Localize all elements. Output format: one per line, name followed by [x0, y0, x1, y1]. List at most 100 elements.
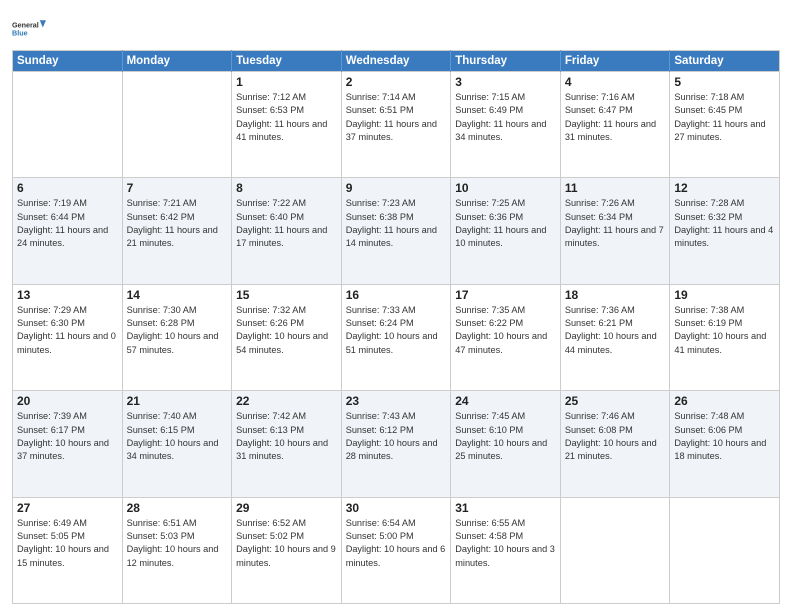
- page: GeneralBlue SundayMondayTuesdayWednesday…: [0, 0, 792, 612]
- calendar-cell: 12Sunrise: 7:28 AM Sunset: 6:32 PM Dayli…: [670, 178, 780, 284]
- calendar-cell: 9 Sunrise: 7:23 AM Sunset: 6:38 PM Daylig…: [341, 178, 451, 284]
- calendar-cell: 8 Sunrise: 7:22 AM Sunset: 6:40 PM Daylig…: [232, 178, 342, 284]
- calendar-cell: 30Sunrise: 6:54 AM Sunset: 5:00 PM Dayli…: [341, 497, 451, 603]
- weekday-header: Tuesday: [232, 51, 342, 72]
- day-info: Sunrise: 7:42 AM Sunset: 6:13 PM Dayligh…: [236, 410, 337, 463]
- day-info: Sunrise: 6:49 AM Sunset: 5:05 PM Dayligh…: [17, 517, 118, 570]
- day-info: Sunrise: 7:43 AM Sunset: 6:12 PM Dayligh…: [346, 410, 447, 463]
- calendar-cell: 7 Sunrise: 7:21 AM Sunset: 6:42 PM Daylig…: [122, 178, 232, 284]
- calendar-cell: 18Sunrise: 7:36 AM Sunset: 6:21 PM Dayli…: [560, 284, 670, 390]
- day-number: 11: [565, 181, 666, 195]
- calendar-cell: 17Sunrise: 7:35 AM Sunset: 6:22 PM Dayli…: [451, 284, 561, 390]
- day-number: 8: [236, 181, 337, 195]
- weekday-header: Sunday: [13, 51, 123, 72]
- day-number: 14: [127, 288, 228, 302]
- day-number: 22: [236, 394, 337, 408]
- day-info: Sunrise: 7:45 AM Sunset: 6:10 PM Dayligh…: [455, 410, 556, 463]
- day-number: 5: [674, 75, 775, 89]
- calendar-cell: 19 Sunrise: 7:38 AM Sunset: 6:19 PM Dayli…: [670, 284, 780, 390]
- day-info: Sunrise: 7:29 AM Sunset: 6:30 PM Dayligh…: [17, 304, 118, 357]
- day-info: Sunrise: 7:18 AM Sunset: 6:45 PM Dayligh…: [674, 91, 775, 144]
- day-number: 24: [455, 394, 556, 408]
- day-number: 1: [236, 75, 337, 89]
- weekday-header: Saturday: [670, 51, 780, 72]
- calendar-cell: 16 Sunrise: 7:33 AM Sunset: 6:24 PM Dayli…: [341, 284, 451, 390]
- day-number: 31: [455, 501, 556, 515]
- calendar-cell: 1 Sunrise: 7:12 AM Sunset: 6:53 PM Daylig…: [232, 72, 342, 178]
- day-number: 23: [346, 394, 447, 408]
- weekday-header: Friday: [560, 51, 670, 72]
- calendar-week-row: 1 Sunrise: 7:12 AM Sunset: 6:53 PM Daylig…: [13, 72, 780, 178]
- day-number: 21: [127, 394, 228, 408]
- day-number: 26: [674, 394, 775, 408]
- calendar-cell: [122, 72, 232, 178]
- weekday-header: Monday: [122, 51, 232, 72]
- calendar-cell: [670, 497, 780, 603]
- day-info: Sunrise: 7:35 AM Sunset: 6:22 PM Dayligh…: [455, 304, 556, 357]
- svg-text:General: General: [12, 20, 39, 29]
- day-number: 27: [17, 501, 118, 515]
- calendar-cell: 29 Sunrise: 6:52 AM Sunset: 5:02 PM Dayli…: [232, 497, 342, 603]
- day-info: Sunrise: 7:40 AM Sunset: 6:15 PM Dayligh…: [127, 410, 228, 463]
- day-number: 30: [346, 501, 447, 515]
- day-number: 15: [236, 288, 337, 302]
- day-info: Sunrise: 7:25 AM Sunset: 6:36 PM Dayligh…: [455, 197, 556, 250]
- calendar-table: SundayMondayTuesdayWednesdayThursdayFrid…: [12, 50, 780, 604]
- calendar-cell: 2 Sunrise: 7:14 AM Sunset: 6:51 PM Daylig…: [341, 72, 451, 178]
- weekday-header: Wednesday: [341, 51, 451, 72]
- day-number: 2: [346, 75, 447, 89]
- day-number: 10: [455, 181, 556, 195]
- calendar-cell: 14 Sunrise: 7:30 AM Sunset: 6:28 PM Dayli…: [122, 284, 232, 390]
- day-info: Sunrise: 7:21 AM Sunset: 6:42 PM Dayligh…: [127, 197, 228, 250]
- day-info: Sunrise: 7:14 AM Sunset: 6:51 PM Dayligh…: [346, 91, 447, 144]
- day-info: Sunrise: 7:19 AM Sunset: 6:44 PM Dayligh…: [17, 197, 118, 250]
- day-number: 18: [565, 288, 666, 302]
- calendar-cell: [13, 72, 123, 178]
- day-info: Sunrise: 7:22 AM Sunset: 6:40 PM Dayligh…: [236, 197, 337, 250]
- day-info: Sunrise: 6:51 AM Sunset: 5:03 PM Dayligh…: [127, 517, 228, 570]
- day-number: 12: [674, 181, 775, 195]
- day-info: Sunrise: 7:33 AM Sunset: 6:24 PM Dayligh…: [346, 304, 447, 357]
- day-info: Sunrise: 7:32 AM Sunset: 6:26 PM Dayligh…: [236, 304, 337, 357]
- day-info: Sunrise: 7:38 AM Sunset: 6:19 PM Dayligh…: [674, 304, 775, 357]
- day-info: Sunrise: 7:12 AM Sunset: 6:53 PM Dayligh…: [236, 91, 337, 144]
- header: GeneralBlue: [12, 10, 780, 44]
- day-number: 16: [346, 288, 447, 302]
- day-info: Sunrise: 7:15 AM Sunset: 6:49 PM Dayligh…: [455, 91, 556, 144]
- day-number: 7: [127, 181, 228, 195]
- calendar-cell: 26Sunrise: 7:48 AM Sunset: 6:06 PM Dayli…: [670, 391, 780, 497]
- calendar-cell: 6Sunrise: 7:19 AM Sunset: 6:44 PM Daylig…: [13, 178, 123, 284]
- calendar-cell: 20Sunrise: 7:39 AM Sunset: 6:17 PM Dayli…: [13, 391, 123, 497]
- calendar-cell: 10 Sunrise: 7:25 AM Sunset: 6:36 PM Dayli…: [451, 178, 561, 284]
- day-number: 13: [17, 288, 118, 302]
- calendar-week-row: 20Sunrise: 7:39 AM Sunset: 6:17 PM Dayli…: [13, 391, 780, 497]
- calendar-cell: 15 Sunrise: 7:32 AM Sunset: 6:26 PM Dayli…: [232, 284, 342, 390]
- day-number: 20: [17, 394, 118, 408]
- day-info: Sunrise: 7:23 AM Sunset: 6:38 PM Dayligh…: [346, 197, 447, 250]
- day-number: 19: [674, 288, 775, 302]
- day-info: Sunrise: 7:46 AM Sunset: 6:08 PM Dayligh…: [565, 410, 666, 463]
- day-number: 29: [236, 501, 337, 515]
- calendar-cell: 28 Sunrise: 6:51 AM Sunset: 5:03 PM Dayli…: [122, 497, 232, 603]
- day-number: 25: [565, 394, 666, 408]
- day-number: 9: [346, 181, 447, 195]
- calendar-cell: 13 Sunrise: 7:29 AM Sunset: 6:30 PM Dayli…: [13, 284, 123, 390]
- calendar-cell: 3 Sunrise: 7:15 AM Sunset: 6:49 PM Daylig…: [451, 72, 561, 178]
- calendar-week-row: 13 Sunrise: 7:29 AM Sunset: 6:30 PM Dayli…: [13, 284, 780, 390]
- day-number: 28: [127, 501, 228, 515]
- day-info: Sunrise: 7:30 AM Sunset: 6:28 PM Dayligh…: [127, 304, 228, 357]
- calendar-header: SundayMondayTuesdayWednesdayThursdayFrid…: [13, 51, 780, 72]
- calendar-cell: 21 Sunrise: 7:40 AM Sunset: 6:15 PM Dayli…: [122, 391, 232, 497]
- calendar-week-row: 6Sunrise: 7:19 AM Sunset: 6:44 PM Daylig…: [13, 178, 780, 284]
- day-info: Sunrise: 6:55 AM Sunset: 4:58 PM Dayligh…: [455, 517, 556, 570]
- day-number: 4: [565, 75, 666, 89]
- calendar-cell: 22 Sunrise: 7:42 AM Sunset: 6:13 PM Dayli…: [232, 391, 342, 497]
- svg-text:Blue: Blue: [12, 29, 28, 38]
- calendar-cell: 4Sunrise: 7:16 AM Sunset: 6:47 PM Daylig…: [560, 72, 670, 178]
- day-info: Sunrise: 6:52 AM Sunset: 5:02 PM Dayligh…: [236, 517, 337, 570]
- day-number: 3: [455, 75, 556, 89]
- weekday-header: Thursday: [451, 51, 561, 72]
- calendar-body: 1 Sunrise: 7:12 AM Sunset: 6:53 PM Daylig…: [13, 72, 780, 604]
- calendar-cell: 31 Sunrise: 6:55 AM Sunset: 4:58 PM Dayli…: [451, 497, 561, 603]
- calendar-cell: 11Sunrise: 7:26 AM Sunset: 6:34 PM Dayli…: [560, 178, 670, 284]
